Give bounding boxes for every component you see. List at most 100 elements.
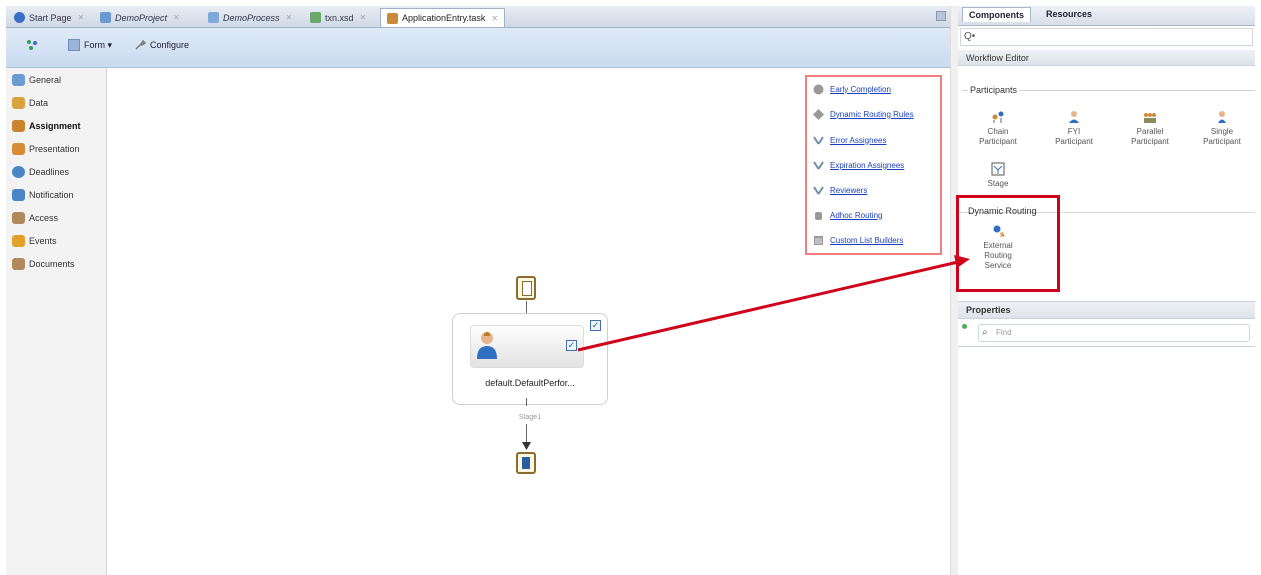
form-menu-button[interactable]: Form ▾ <box>68 39 112 51</box>
general-icon <box>12 74 25 86</box>
nav-item-documents[interactable]: Documents <box>12 256 75 272</box>
component-search-input[interactable] <box>960 28 1253 46</box>
nav-item-label: Events <box>29 236 57 246</box>
chain-participant-item[interactable]: Chain Participant <box>970 110 1026 147</box>
item-label: Single <box>1210 127 1234 136</box>
nav-item-label: General <box>29 75 62 85</box>
close-icon[interactable]: ✕ <box>173 13 180 22</box>
item-label: Parallel <box>1136 127 1164 136</box>
status-dot-icon <box>962 324 967 329</box>
legend-link[interactable]: Expiration Assignees <box>830 161 904 170</box>
workflow-editor-title: Workflow Editor <box>966 53 1029 63</box>
parallel-participant-icon <box>1144 113 1156 123</box>
stage-checkbox[interactable]: ✓ <box>590 320 601 331</box>
circle-icon <box>813 84 824 94</box>
nav-item-access[interactable]: Access <box>12 210 58 226</box>
nav-item-general[interactable]: General <box>12 72 61 88</box>
stage-label: Stage1 <box>518 414 542 421</box>
tab-resources[interactable]: Resources <box>1046 9 1092 19</box>
legend-item-early-completion[interactable]: Early Completion <box>813 82 891 96</box>
fyi-participant-icon <box>1069 111 1079 123</box>
notification-icon <box>12 189 25 201</box>
tab-demo-process[interactable]: DemoProcess ✕ <box>202 8 298 27</box>
editor-toolbar: Form ▾ Configure <box>6 28 950 68</box>
tab-label: DemoProcess <box>223 12 280 23</box>
workflow-icon <box>27 40 37 50</box>
close-icon[interactable]: ✕ <box>78 13 85 22</box>
person-icon <box>477 332 497 359</box>
item-label: Participant <box>1203 137 1241 146</box>
task-section-nav: General Data Assignment Presentation Dea… <box>6 68 107 575</box>
search-icon[interactable]: Q• <box>964 31 975 42</box>
assignees-icon <box>813 160 824 170</box>
nav-item-events[interactable]: Events <box>12 233 57 249</box>
participants-title: Participants <box>968 85 1020 95</box>
tab-application-entry-task[interactable]: ApplicationEntry.task ✕ <box>380 8 506 27</box>
tab-txn-xsd[interactable]: txn.xsd ✕ <box>304 8 372 27</box>
legend-link[interactable]: Dynamic Routing Rules <box>830 110 914 119</box>
legend-link[interactable]: Early Completion <box>830 85 891 94</box>
legend-item-dynamic-routing-rules[interactable]: Dynamic Routing Rules <box>813 107 914 121</box>
stage-icon <box>991 162 1005 176</box>
item-label: FYI <box>1067 127 1081 136</box>
wrench-icon <box>135 39 146 50</box>
tab-demo-project[interactable]: DemoProject ✕ <box>94 8 186 27</box>
search-icon: ⌕ <box>982 327 988 338</box>
single-participant-item[interactable]: Single Participant <box>1194 110 1250 147</box>
legend-item-custom-list-builders[interactable]: Custom List Builders <box>813 233 903 247</box>
item-label: Participant <box>1131 137 1169 146</box>
legend-item-adhoc-routing[interactable]: Adhoc Routing <box>813 208 882 222</box>
form-icon <box>68 39 80 51</box>
tab-label: Start Page <box>29 12 72 23</box>
item-label: Stage <box>987 179 1009 188</box>
tab-label: txn.xsd <box>325 12 354 23</box>
participants-group <box>962 90 1255 208</box>
tab-label: ApplicationEntry.task <box>402 13 486 23</box>
nav-item-data[interactable]: Data <box>12 95 48 111</box>
item-label: Participant <box>979 137 1017 146</box>
item-label: Chain <box>987 127 1009 136</box>
nav-item-notification[interactable]: Notification <box>12 187 74 203</box>
legend-item-reviewers[interactable]: Reviewers <box>813 183 867 197</box>
tab-components[interactable]: Components <box>962 7 1031 22</box>
legend-link[interactable]: Adhoc Routing <box>830 211 882 220</box>
diamond-icon <box>813 108 824 120</box>
configure-button[interactable]: Configure <box>134 39 189 51</box>
nav-item-assignment[interactable]: Assignment <box>12 118 81 134</box>
stage-item[interactable]: Stage <box>970 162 1026 189</box>
nav-item-presentation[interactable]: Presentation <box>12 141 80 157</box>
xsd-icon <box>310 12 321 23</box>
start-node-icon[interactable] <box>516 276 536 300</box>
arrow-down-icon <box>522 442 531 450</box>
configure-label: Configure <box>150 40 190 50</box>
properties-find-input[interactable] <box>978 324 1250 342</box>
clock-icon <box>12 166 25 178</box>
assignees-icon <box>813 135 824 145</box>
properties-title: Properties <box>966 305 1011 315</box>
tab-start-page[interactable]: Start Page ✕ <box>8 8 90 27</box>
connector-line <box>526 398 527 406</box>
routing-legend: Early Completion Dynamic Routing Rules E… <box>805 75 942 255</box>
fyi-participant-item[interactable]: FYI Participant <box>1046 110 1102 147</box>
close-icon[interactable]: ✕ <box>286 13 293 22</box>
close-icon[interactable]: ✕ <box>360 13 367 22</box>
nav-item-deadlines[interactable]: Deadlines <box>12 164 69 180</box>
access-icon <box>12 212 25 224</box>
tab-overflow-button[interactable] <box>936 11 946 21</box>
legend-link[interactable]: Error Assignees <box>830 136 886 145</box>
legend-link[interactable]: Reviewers <box>830 186 867 195</box>
workflow-button[interactable] <box>26 39 38 51</box>
connector-line <box>526 301 527 313</box>
nav-item-label: Presentation <box>29 144 80 154</box>
legend-item-error-assignees[interactable]: Error Assignees <box>813 133 886 147</box>
documents-icon <box>12 258 25 270</box>
close-icon[interactable]: ✕ <box>491 14 498 23</box>
parallel-participant-item[interactable]: Parallel Participant <box>1122 110 1178 147</box>
nav-item-label: Deadlines <box>29 167 70 177</box>
assignees-icon <box>813 185 824 195</box>
end-node-icon[interactable] <box>516 452 536 474</box>
nav-item-label: Documents <box>29 259 75 269</box>
participant-checkbox[interactable]: ✓ <box>566 340 577 351</box>
legend-link[interactable]: Custom List Builders <box>830 236 903 245</box>
legend-item-expiration-assignees[interactable]: Expiration Assignees <box>813 158 904 172</box>
